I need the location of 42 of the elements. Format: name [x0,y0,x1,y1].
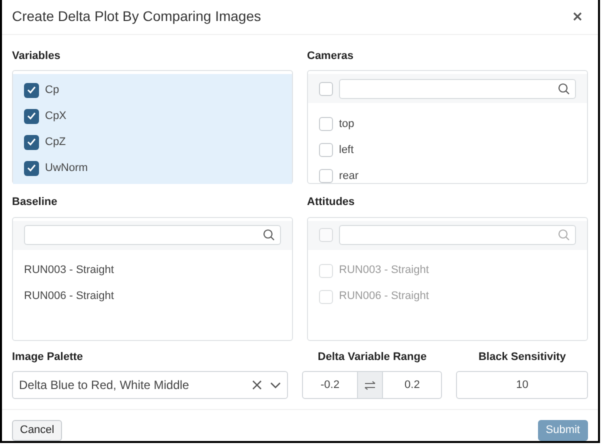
section-label: Variables [12,48,62,64]
section-label: Attitudes [307,195,356,210]
checkbox[interactable] [24,108,39,124]
list-item[interactable]: rear [339,168,359,184]
clear-icon[interactable] [252,380,262,390]
section-label: Cameras [307,48,354,64]
checkbox[interactable] [24,134,39,150]
list-item[interactable]: top [339,116,354,132]
checkbox[interactable] [319,143,333,157]
checkbox[interactable] [24,160,39,176]
checkmark-icon [27,86,36,94]
palette-dropdown[interactable]: Delta Blue to Red, White Middle [12,371,288,399]
close-icon[interactable] [573,12,582,22]
section-label: Baseline [12,195,58,210]
search-field[interactable] [24,225,281,245]
chevron-down-icon[interactable] [270,382,281,388]
list-item[interactable]: Cp [45,82,60,98]
list-item[interactable]: CpZ [45,134,66,150]
checkmark-icon [27,112,36,120]
field-label: Delta Variable Range [318,350,427,364]
search-field[interactable] [339,78,576,98]
search-icon [558,229,570,241]
field-label: Image Palette [12,350,84,364]
search-icon [558,82,570,94]
cancel-button[interactable]: Cancel [12,420,62,441]
search-icon [263,229,275,241]
list-item[interactable]: RUN006 - Straight [24,288,114,305]
list-item[interactable]: UwNorm [45,160,88,176]
list-item: RUN006 - Straight [339,289,429,304]
list-item[interactable]: RUN003 - Straight [24,262,114,279]
checkmark-icon [27,164,36,172]
checkmark-icon [27,138,36,146]
checkbox[interactable] [319,117,333,131]
sensitivity-input[interactable]: 10 [456,371,588,399]
checkbox[interactable] [24,82,39,98]
list-item: RUN003 - Straight [339,263,429,278]
checkbox[interactable] [319,169,333,183]
checkbox[interactable] [319,82,333,96]
list-item[interactable]: left [339,142,354,158]
field-label: Black Sensitivity [478,350,566,364]
dialog-title: Create Delta Plot By Comparing Images [12,7,261,26]
list-item[interactable]: CpX [45,108,66,124]
